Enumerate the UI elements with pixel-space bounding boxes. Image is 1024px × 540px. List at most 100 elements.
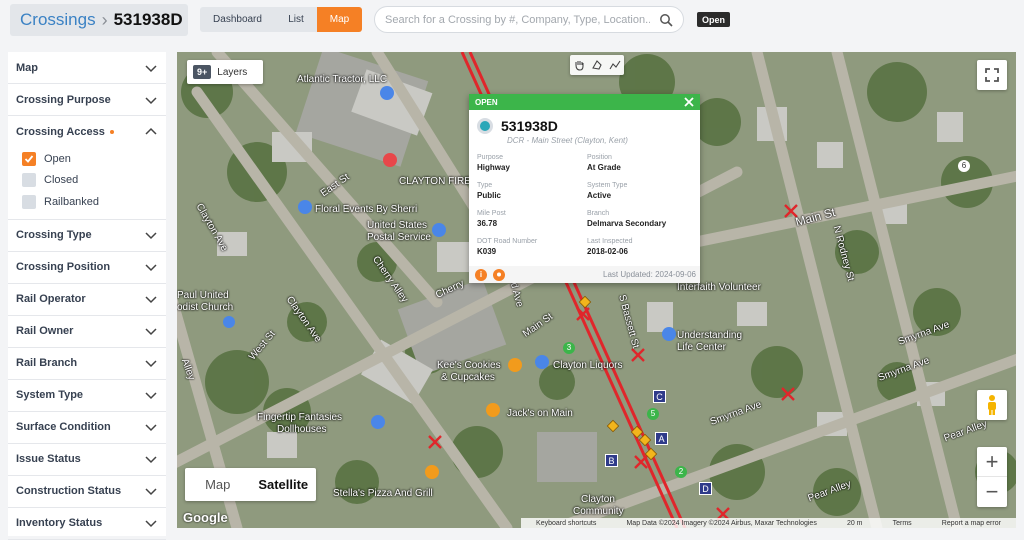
map-type-satellite[interactable]: Satellite xyxy=(251,468,317,501)
filter-crossing-position[interactable]: Crossing Position xyxy=(8,252,166,284)
filter-label: Crossing Position xyxy=(16,261,111,273)
view-tabs: Dashboard List Map xyxy=(200,7,362,32)
report-error-link[interactable]: Report a map error xyxy=(942,520,1001,527)
field-label: Mile Post xyxy=(477,210,506,217)
scale-label[interactable]: 20 m xyxy=(847,520,863,527)
layers-count-badge: 9+ xyxy=(193,65,212,79)
field-label: DOT Road Number xyxy=(477,238,538,245)
breadcrumb: Crossings › 531938D xyxy=(10,4,188,36)
tab-dashboard[interactable]: Dashboard xyxy=(200,7,275,32)
chevron-down-icon xyxy=(145,424,157,432)
chevron-down-icon xyxy=(145,488,157,496)
field-purpose: Purpose Highway xyxy=(477,154,510,172)
marker-c[interactable]: C xyxy=(653,390,666,403)
filter-label: Rail Owner xyxy=(16,325,74,337)
street-view-button[interactable] xyxy=(977,390,1007,420)
filter-issue-status[interactable]: Issue Status xyxy=(8,444,166,476)
terms-link[interactable]: Terms xyxy=(893,520,912,527)
chevron-down-icon xyxy=(145,456,157,464)
filter-system-type[interactable]: System Type xyxy=(8,380,166,412)
chevron-down-icon xyxy=(145,96,157,104)
popup-status: OPEN xyxy=(475,97,498,107)
map-label: Postal Service xyxy=(367,232,431,243)
hand-icon[interactable] xyxy=(573,59,585,71)
marker-b[interactable]: B xyxy=(605,454,618,467)
filter-surface-condition[interactable]: Surface Condition xyxy=(8,412,166,444)
keyboard-shortcuts-link[interactable]: Keyboard shortcuts xyxy=(536,520,596,527)
option-open[interactable]: Open xyxy=(22,148,158,170)
filter-rail-operator[interactable]: Rail Operator xyxy=(8,284,166,316)
map-label: Interfaith Volunteer xyxy=(677,282,761,293)
filter-sidebar: Map Crossing Purpose Crossing Access Ope… xyxy=(8,52,166,540)
filter-label: Issue Status xyxy=(16,453,81,465)
filter-rail-owner[interactable]: Rail Owner xyxy=(8,316,166,348)
field-system-type: System Type Active xyxy=(587,182,627,200)
filter-rail-branch[interactable]: Rail Branch xyxy=(8,348,166,380)
marker-a[interactable]: A xyxy=(655,432,668,445)
field-type: Type Public xyxy=(477,182,501,200)
field-value: Highway xyxy=(477,163,510,172)
filter-crossing-purpose[interactable]: Crossing Purpose xyxy=(8,84,166,116)
filter-map[interactable]: Map xyxy=(8,52,166,84)
checkbox-checked[interactable] xyxy=(22,151,36,166)
field-value: Delmarva Secondary xyxy=(587,219,667,228)
chevron-down-icon xyxy=(145,296,157,304)
fullscreen-icon xyxy=(985,68,999,82)
map-label: Kee's Cookies xyxy=(437,360,501,371)
marker-3[interactable]: 3 xyxy=(563,342,575,354)
popup-title: 531938D xyxy=(477,118,558,134)
search-box xyxy=(374,6,684,33)
polyline-icon[interactable] xyxy=(609,59,621,71)
map-type-map[interactable]: Map xyxy=(185,468,251,501)
status-badge: Open xyxy=(697,12,731,27)
map-label: Atlantic Tractor, LLC xyxy=(297,74,388,85)
field-label: Type xyxy=(477,182,493,189)
field-last-inspected: Last Inspected 2018-02-06 xyxy=(587,238,633,256)
map-label: Dollhouses xyxy=(277,424,327,435)
tab-list[interactable]: List xyxy=(275,7,317,32)
fullscreen-button[interactable] xyxy=(977,60,1007,90)
breadcrumb-separator: › xyxy=(101,9,108,30)
map-label: Community xyxy=(573,506,624,517)
zoom-in-button[interactable]: + xyxy=(977,447,1007,477)
option-closed[interactable]: Closed xyxy=(22,170,158,192)
close-icon[interactable] xyxy=(682,95,696,109)
filter-label: System Type xyxy=(16,389,84,401)
map-view[interactable]: Atlantic Tractor, LLC CLAYTON FIRE HO Fl… xyxy=(177,52,1016,528)
header: Crossings › 531938D Dashboard List Map O… xyxy=(0,0,1024,46)
search-input[interactable] xyxy=(385,12,650,28)
info-icon[interactable]: i xyxy=(475,268,487,281)
marker-d[interactable]: D xyxy=(699,482,712,495)
google-logo: Google xyxy=(183,510,228,525)
popup-status-bar: OPEN xyxy=(469,94,700,110)
filter-inventory-status[interactable]: Inventory Status xyxy=(8,508,166,540)
route-shield: 6 xyxy=(958,160,970,172)
breadcrumb-crossings-link[interactable]: Crossings xyxy=(20,10,96,30)
map-data-text: Map Data ©2024 Imagery ©2024 Airbus, Max… xyxy=(626,519,817,527)
field-dot-road-number: DOT Road Number K039 xyxy=(477,238,537,256)
active-filter-dot xyxy=(109,130,114,135)
popup-crossing-id: 531938D xyxy=(501,118,558,134)
marker-5[interactable]: 5 xyxy=(647,408,659,420)
checkbox-unchecked[interactable] xyxy=(22,194,36,209)
checkbox-unchecked[interactable] xyxy=(22,173,36,188)
field-value: Active xyxy=(587,191,612,200)
map-label: Understanding xyxy=(677,330,743,341)
filter-label: Map xyxy=(16,61,38,74)
field-value: Public xyxy=(477,191,502,200)
filter-label: Construction Status xyxy=(16,485,122,497)
zoom-out-button[interactable]: − xyxy=(977,477,1007,507)
location-pin-icon[interactable] xyxy=(493,268,505,281)
popup-footer: i Last Updated: 2024-09-06 xyxy=(469,266,700,283)
option-label: Open xyxy=(44,152,71,165)
marker-2[interactable]: 2 xyxy=(675,466,687,478)
polygon-icon[interactable] xyxy=(591,59,603,71)
layers-button[interactable]: 9+ Layers xyxy=(187,60,263,84)
map-label: Paul United xyxy=(177,290,229,301)
search-icon[interactable] xyxy=(659,13,673,27)
option-railbanked[interactable]: Railbanked xyxy=(22,191,158,213)
filter-crossing-access[interactable]: Crossing Access xyxy=(8,116,166,148)
filter-construction-status[interactable]: Construction Status xyxy=(8,476,166,508)
filter-crossing-type[interactable]: Crossing Type xyxy=(8,220,166,252)
tab-map[interactable]: Map xyxy=(317,7,362,32)
